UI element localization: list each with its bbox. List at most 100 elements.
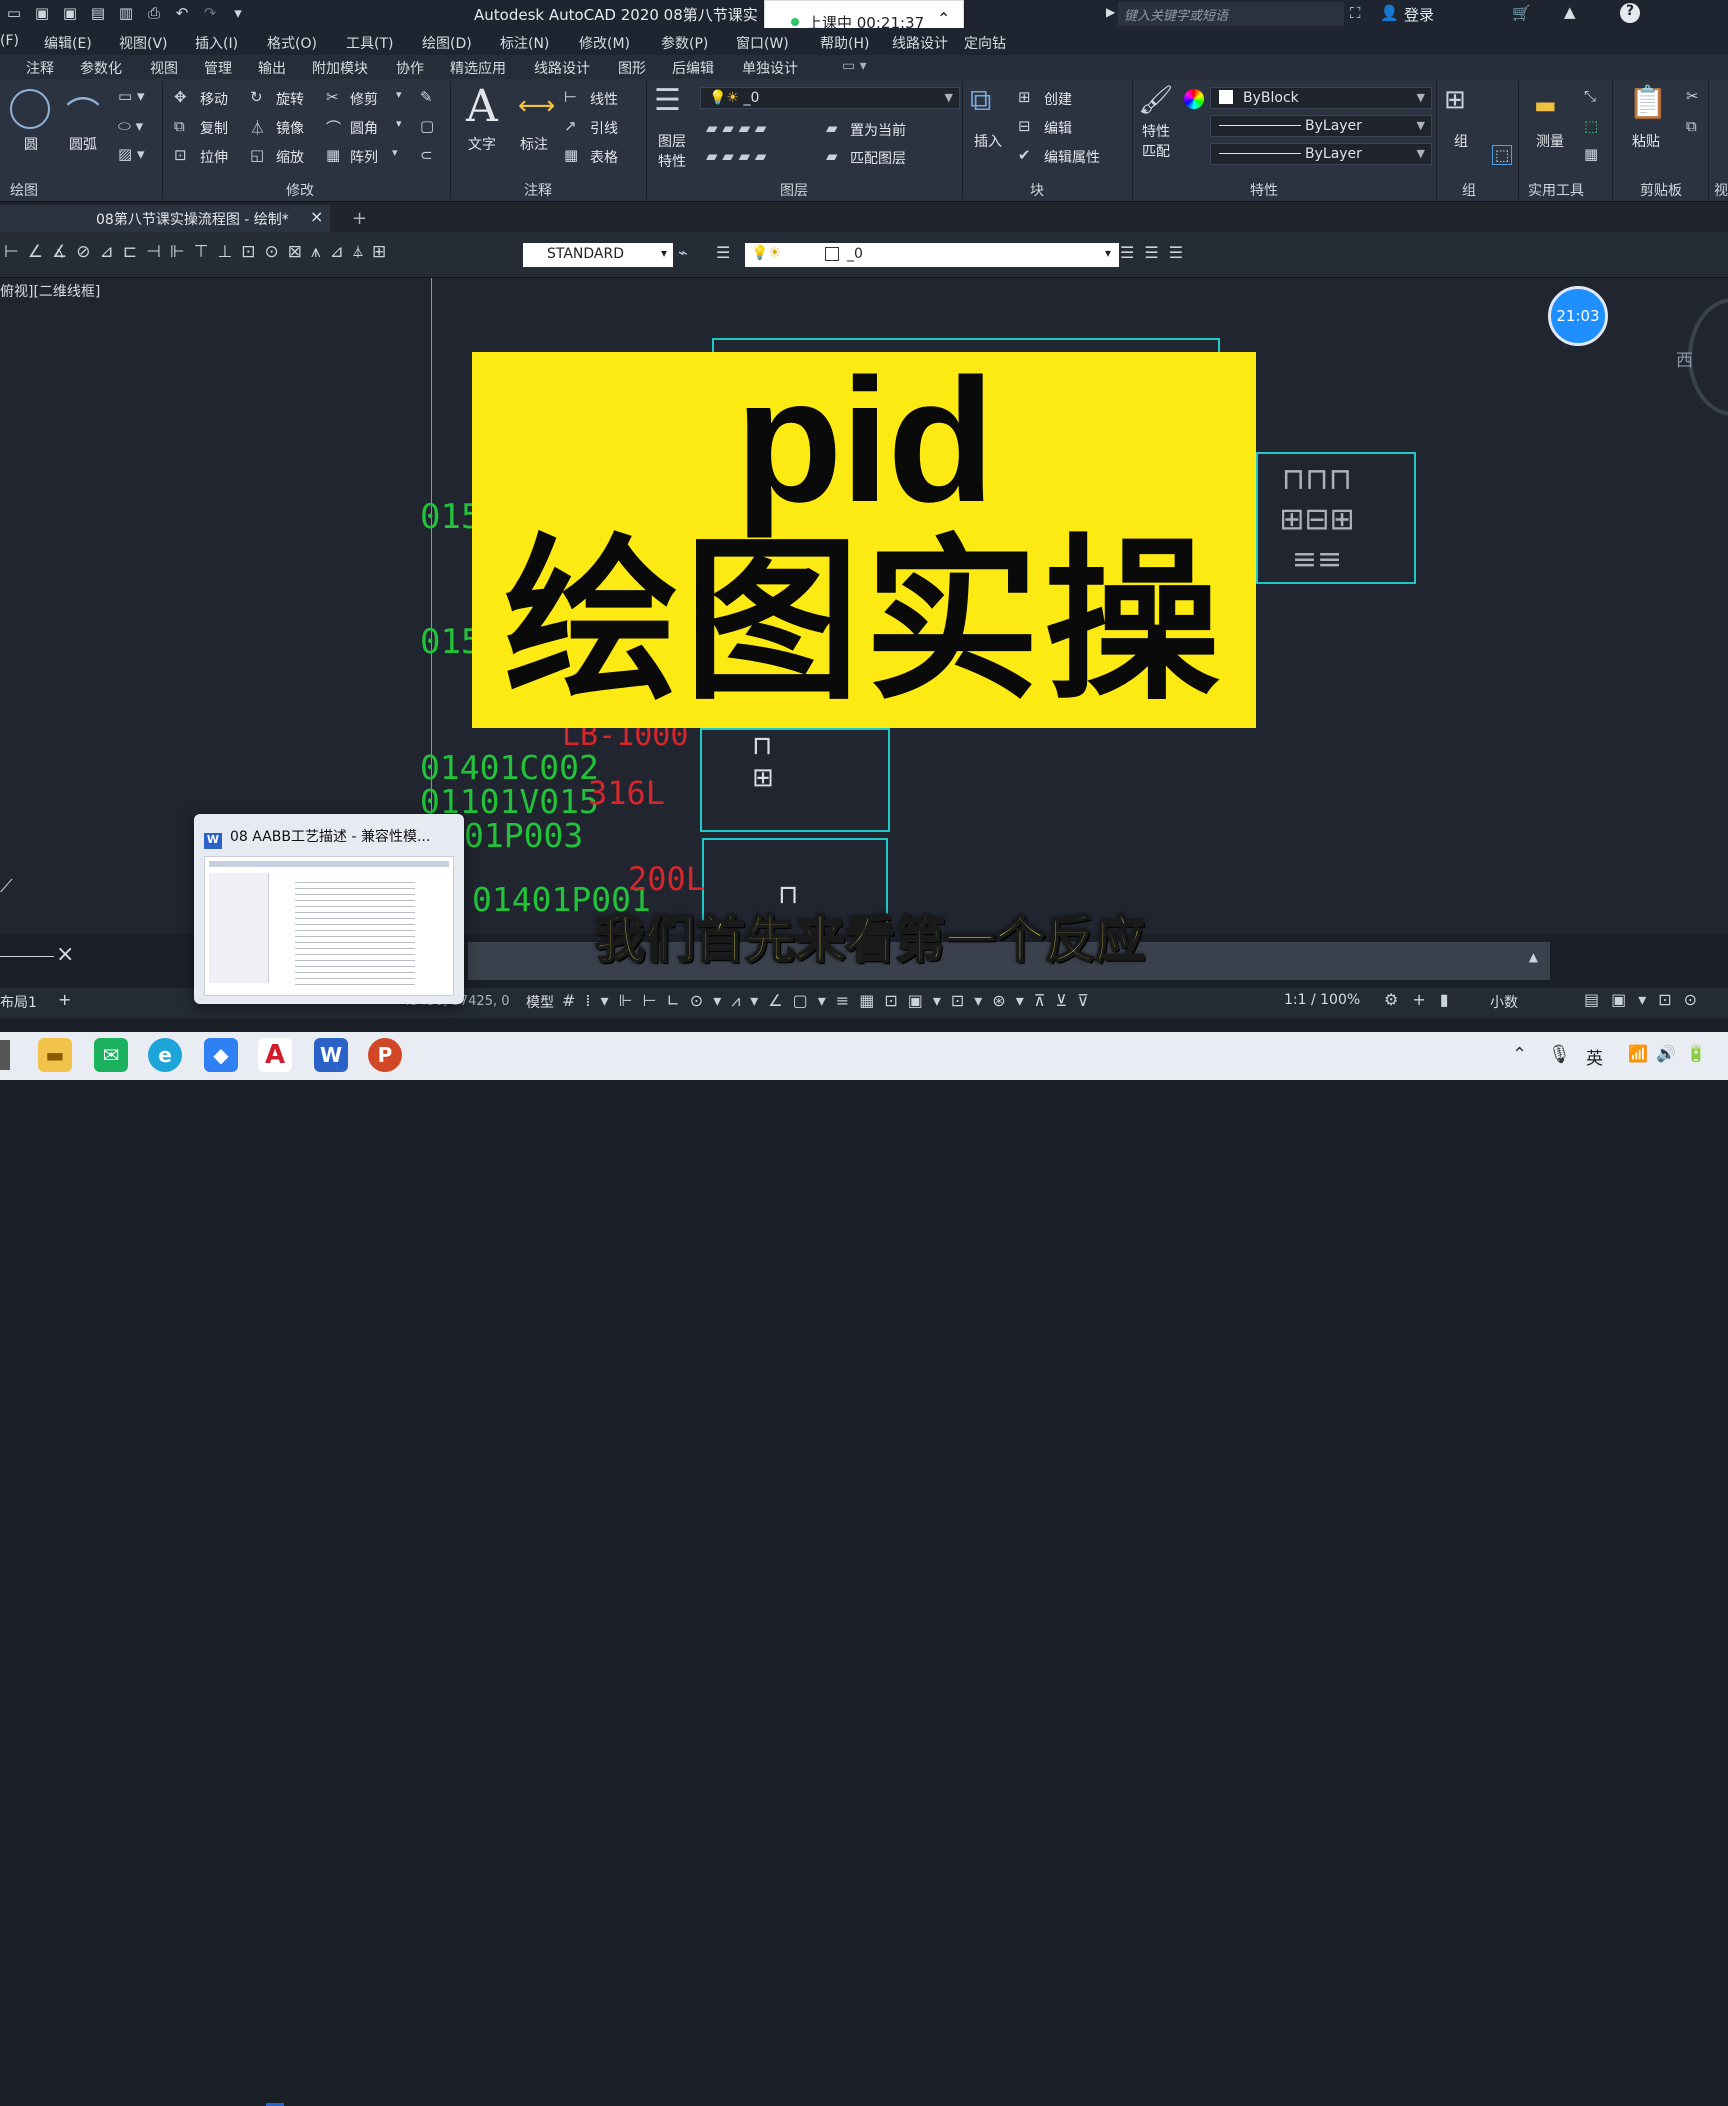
- binoculars-icon[interactable]: ⛶: [1350, 4, 1361, 22]
- measure-button[interactable]: 测量: [1536, 131, 1564, 151]
- undo-icon[interactable]: ↶: [172, 3, 192, 23]
- cut-icon[interactable]: ✂: [1686, 87, 1699, 105]
- circle-label[interactable]: 圆: [24, 134, 38, 154]
- edit-block-button[interactable]: 编辑: [1044, 118, 1072, 138]
- insert-button[interactable]: 插入: [974, 131, 1002, 151]
- layers-panel-title[interactable]: 图层: [780, 180, 808, 200]
- edge-icon[interactable]: e: [148, 1038, 182, 1072]
- clipboard-panel-title[interactable]: 剪贴板: [1640, 180, 1682, 200]
- mirror-button[interactable]: 镜像: [276, 118, 304, 138]
- utilities-panel-title[interactable]: 实用工具: [1528, 180, 1584, 200]
- add-layout-icon[interactable]: +: [58, 990, 71, 1009]
- create-block-button[interactable]: 创建: [1044, 89, 1072, 109]
- tab-overflow-icon[interactable]: ▭ ▾: [842, 58, 867, 74]
- match-props-line2[interactable]: 匹配: [1142, 141, 1170, 161]
- layout-tab[interactable]: 布局1: [0, 992, 37, 1012]
- scale-button[interactable]: 缩放: [276, 147, 304, 167]
- tab-graphics[interactable]: 图形: [618, 58, 646, 78]
- draw-panel-title[interactable]: 绘图: [10, 180, 38, 200]
- array-button[interactable]: 阵列: [350, 147, 378, 167]
- autocad-icon[interactable]: A: [258, 1038, 292, 1072]
- export-icon[interactable]: ▥: [116, 3, 136, 23]
- modify-panel-title[interactable]: 修改: [286, 180, 314, 200]
- volume-icon[interactable]: 🔊: [1656, 1044, 1676, 1063]
- search-input[interactable]: 键入关键字或短语: [1118, 2, 1344, 26]
- menu-modify[interactable]: 修改(M): [579, 33, 630, 53]
- dimension-button[interactable]: 标注: [520, 134, 548, 154]
- close-tab-icon[interactable]: ×: [310, 207, 323, 226]
- properties-panel-title[interactable]: 特性: [1250, 180, 1278, 200]
- menu-file[interactable]: (F): [0, 33, 19, 49]
- start-button[interactable]: [0, 1040, 10, 1070]
- menu-route-design[interactable]: 线路设计: [892, 33, 948, 53]
- layer-manager-icon[interactable]: ☰: [716, 243, 730, 262]
- units-dropdown[interactable]: 小数: [1490, 992, 1518, 1012]
- settings-icons[interactable]: ⚙+▮: [1384, 990, 1463, 1009]
- measure-icon[interactable]: ▬: [1534, 91, 1557, 119]
- text-style-dropdown[interactable]: STANDARD ▾: [523, 243, 673, 267]
- model-space-button[interactable]: 模型: [526, 992, 554, 1012]
- layer-tools-icons-2[interactable]: ▰ ▰ ▰ ▰: [706, 147, 766, 165]
- layer-props-line2[interactable]: 特性: [658, 151, 686, 171]
- tab-route-design[interactable]: 线路设计: [534, 58, 590, 78]
- annotation-panel-title[interactable]: 注释: [524, 180, 552, 200]
- layer-toolbar-dropdown[interactable]: 💡☀ _0 ▾: [745, 243, 1119, 267]
- text-button[interactable]: 文字: [468, 134, 496, 154]
- tab-standalone-design[interactable]: 单独设计: [742, 58, 798, 78]
- erase-icon[interactable]: ✎: [420, 88, 433, 106]
- hatch-icon[interactable]: ▨ ▾: [118, 145, 144, 163]
- file-tab-active[interactable]: 08第八节课实操流程图 - 绘制* ×: [0, 205, 330, 232]
- group-icon[interactable]: ⊞: [1444, 85, 1466, 115]
- tab-view[interactable]: 视图: [150, 58, 178, 78]
- match-props-line1[interactable]: 特性: [1142, 121, 1170, 141]
- block-panel-title[interactable]: 块: [1030, 180, 1044, 200]
- menu-format[interactable]: 格式(O): [267, 33, 317, 53]
- print-icon[interactable]: ⎙: [144, 3, 164, 23]
- redo-icon[interactable]: ↷: [200, 3, 220, 23]
- move-button[interactable]: 移动: [200, 89, 228, 109]
- tab-featured-apps[interactable]: 精选应用: [450, 58, 506, 78]
- login-button[interactable]: 登录: [1404, 4, 1434, 25]
- publish-icon[interactable]: ▤: [88, 3, 108, 23]
- menu-edit[interactable]: 编辑(E): [44, 33, 92, 53]
- insert-block-icon[interactable]: ⧉: [970, 83, 991, 118]
- word-icon[interactable]: W: [314, 1038, 348, 1072]
- view-panel-title[interactable]: 视: [1714, 180, 1728, 200]
- battery-icon[interactable]: 🔋: [1686, 1044, 1706, 1063]
- chevron-up-icon[interactable]: ▲: [1529, 950, 1538, 964]
- ime-indicator[interactable]: 英: [1586, 1044, 1603, 1069]
- table-button[interactable]: 表格: [590, 147, 618, 167]
- arc-icon[interactable]: ⌒: [66, 87, 100, 136]
- menu-directional-drill[interactable]: 定向钻: [964, 33, 1006, 53]
- quick-select-icon[interactable]: ⤡: [1584, 87, 1596, 105]
- copy-clip-icon[interactable]: ⧉: [1686, 117, 1697, 135]
- powerpoint-icon[interactable]: P: [368, 1038, 402, 1072]
- tab-annotate[interactable]: 注释: [26, 58, 54, 78]
- menu-parametric[interactable]: 参数(P): [661, 33, 708, 53]
- chevron-down-icon[interactable]: ▾: [396, 117, 402, 130]
- menu-help[interactable]: 帮助(H): [820, 33, 869, 53]
- file-explorer-icon[interactable]: ▬: [38, 1038, 72, 1072]
- match-layer-button[interactable]: 匹配图层: [850, 148, 906, 168]
- save-icon[interactable]: ▣: [32, 3, 52, 23]
- microphone-icon[interactable]: 🎙: [1548, 1044, 1571, 1065]
- layer-tools-icons[interactable]: ▰ ▰ ▰ ▰: [706, 119, 766, 137]
- chevron-up-icon[interactable]: ⌃: [937, 9, 950, 28]
- lineweight-dropdown[interactable]: ByLayer ▼: [1210, 143, 1432, 165]
- group-button[interactable]: 组: [1454, 131, 1468, 151]
- ellipse-icon[interactable]: ⬭ ▾: [118, 117, 143, 135]
- color-dropdown[interactable]: ByBlock ▼: [1210, 87, 1432, 109]
- autodesk-a360-icon[interactable]: ▲: [1564, 3, 1576, 21]
- open-icon[interactable]: ▭: [4, 3, 24, 23]
- text-icon[interactable]: A: [466, 81, 498, 132]
- tab-manage[interactable]: 管理: [204, 58, 232, 78]
- dimension-icon[interactable]: ⟷: [518, 91, 555, 121]
- match-properties-icon[interactable]: 🖌: [1138, 83, 1174, 116]
- viewport-label[interactable]: 俯视][二维线框]: [0, 281, 100, 301]
- calculator-icon[interactable]: ▦: [1584, 145, 1598, 163]
- timer-badge[interactable]: 21:03: [1548, 286, 1608, 346]
- edit-attributes-button[interactable]: 编辑属性: [1044, 147, 1100, 167]
- tab-collaborate[interactable]: 协作: [396, 58, 424, 78]
- wifi-icon[interactable]: 📶: [1628, 1044, 1648, 1063]
- layer-dropdown[interactable]: 💡☀ _0 ▼: [700, 87, 960, 109]
